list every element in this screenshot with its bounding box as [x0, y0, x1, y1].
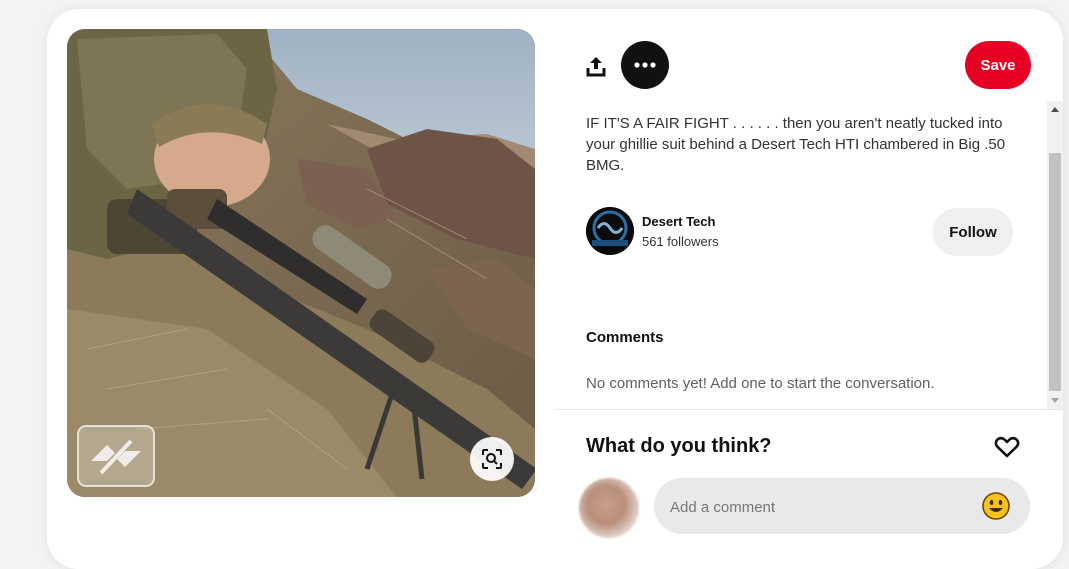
ellipsis-icon [634, 62, 656, 68]
creator-name[interactable]: Desert Tech [642, 214, 715, 229]
divider [555, 409, 1063, 410]
pin-details-scroll-area[interactable]: IF IT'S A FAIR FIGHT . . . . . . then yo… [555, 101, 1063, 409]
comment-input[interactable] [668, 478, 972, 536]
more-options-button[interactable] [621, 41, 669, 89]
heart-outline-icon [994, 436, 1020, 458]
pin-image[interactable] [67, 29, 535, 497]
current-user-avatar [579, 478, 639, 538]
pin-description: IF IT'S A FAIR FIGHT . . . . . . then yo… [586, 115, 1006, 174]
follow-button[interactable]: Follow [933, 208, 1013, 256]
creator-avatar[interactable] [586, 207, 634, 255]
follower-count: 561 followers [642, 234, 719, 249]
visual-search-icon [482, 449, 502, 469]
share-button[interactable] [581, 51, 611, 81]
emoji-button[interactable] [981, 491, 1011, 521]
share-upload-icon [586, 57, 606, 77]
watermark-logo [77, 425, 155, 487]
details-scrollbar[interactable] [1047, 101, 1063, 409]
pin-closeup-card: Save IF IT'S A FAIR FIGHT . . . . . . th… [47, 9, 1063, 569]
smiley-emoji-icon [982, 492, 1010, 520]
comments-heading: Comments [586, 329, 664, 346]
save-button[interactable]: Save [965, 41, 1031, 89]
comment-prompt-title: What do you think? [586, 435, 772, 457]
no-comments-message: No comments yet! Add one to start the co… [586, 375, 935, 392]
comment-box[interactable] [654, 478, 1030, 536]
visual-search-button[interactable] [470, 437, 514, 481]
scroll-down-arrow[interactable] [1051, 398, 1059, 403]
scroll-thumb[interactable] [1049, 153, 1061, 391]
scroll-up-arrow[interactable] [1051, 107, 1059, 112]
react-heart-button[interactable] [992, 432, 1022, 462]
desert-tech-logo-icon [586, 207, 634, 255]
